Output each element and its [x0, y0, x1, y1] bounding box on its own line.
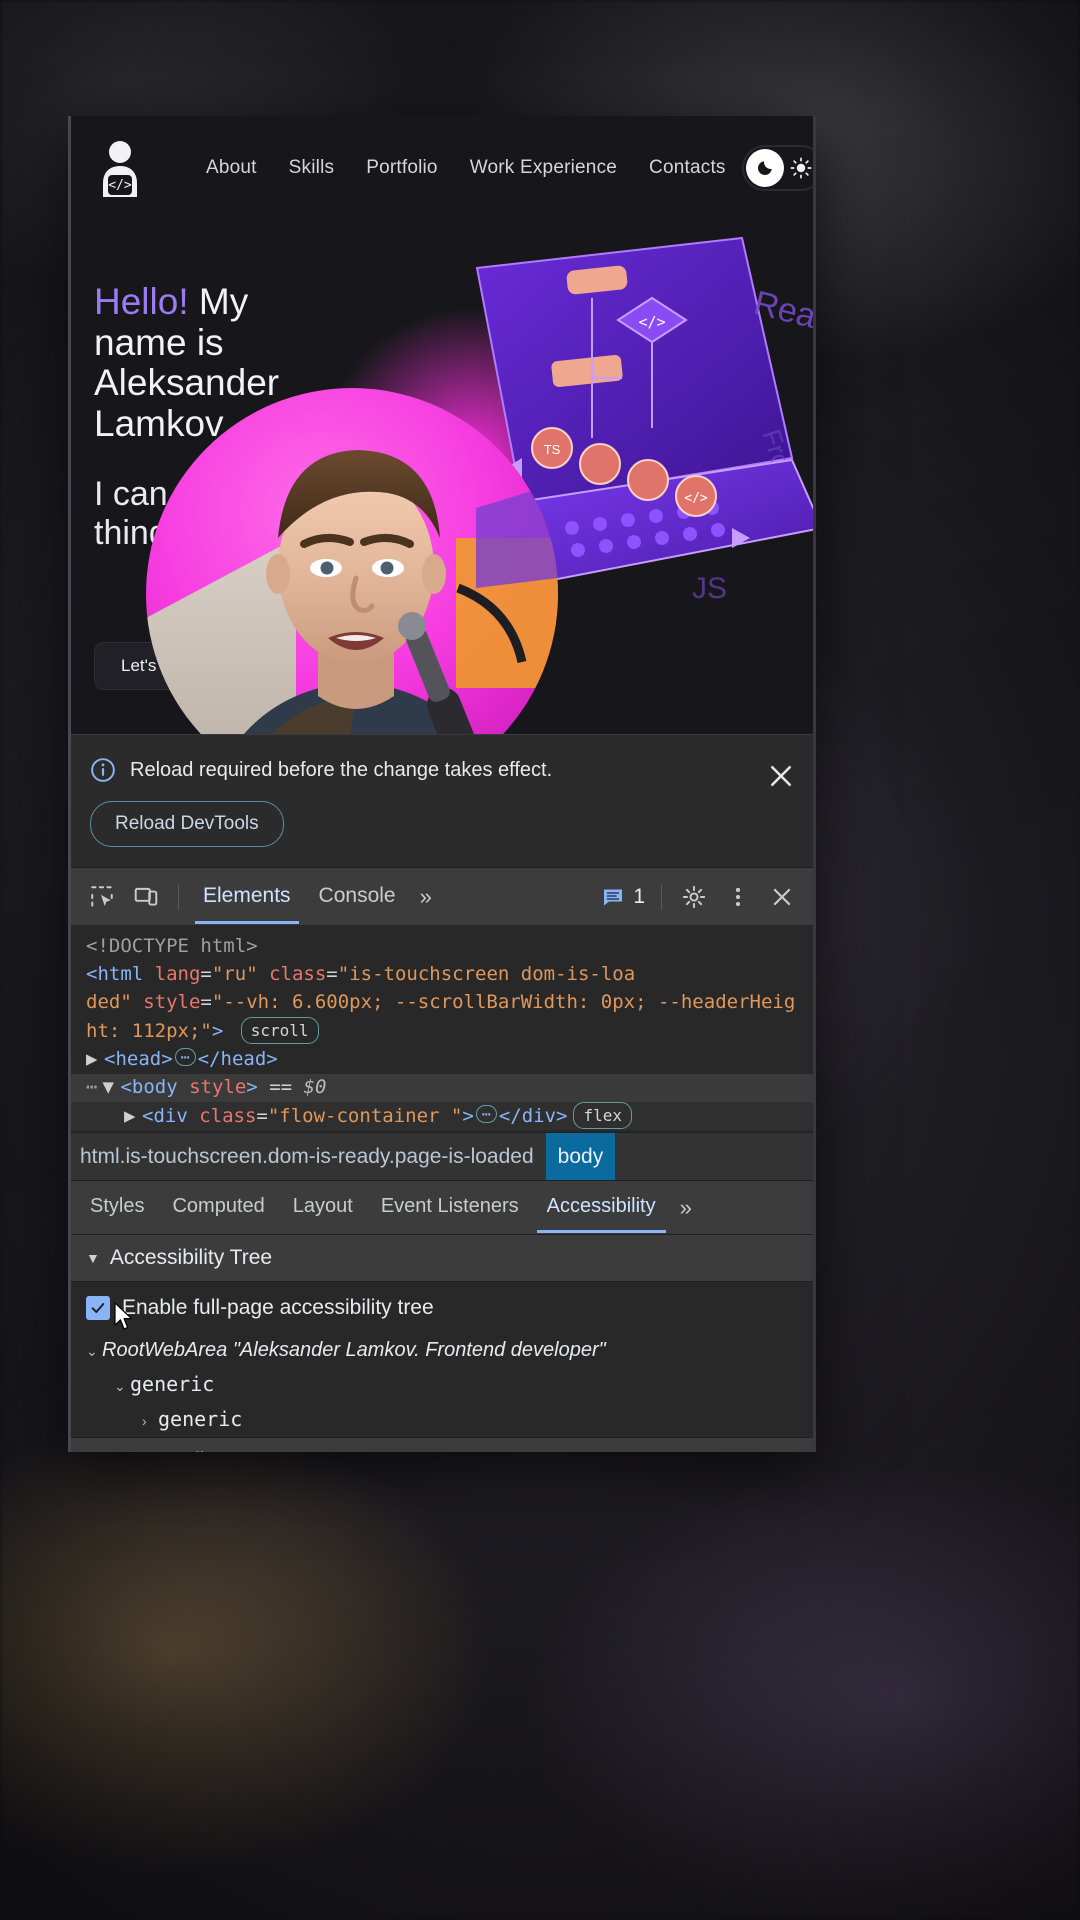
devtools-infobar: Reload required before the change takes …: [68, 734, 816, 867]
expand-arrow-generic-1[interactable]: ⌄: [114, 1378, 130, 1395]
elements-tree-panel[interactable]: <!DOCTYPE html> <html lang="ru" class="i…: [68, 925, 816, 1133]
sun-icon: [790, 157, 812, 179]
tab-computed[interactable]: Computed: [158, 1182, 278, 1233]
device-toolbar-icon[interactable]: [124, 875, 168, 919]
enable-full-page-tree-checkbox[interactable]: [86, 1296, 110, 1321]
breadcrumb-item-body[interactable]: body: [545, 1133, 616, 1181]
infobar-message: Reload required before the change takes …: [130, 758, 553, 781]
breadcrumb-item-html[interactable]: html.is-touchscreen.dom-is-ready.page-is…: [68, 1133, 546, 1180]
chevron-double-right-icon-2[interactable]: »: [670, 1195, 702, 1221]
moon-icon: [757, 161, 772, 176]
svg-text:</>: </>: [108, 178, 132, 193]
code-line-html-open-2[interactable]: ded" style="--vh: 6.600px; --scrollBarWi…: [68, 989, 816, 1017]
issues-icon: [604, 889, 623, 905]
a11y-node-role-generic-2: generic: [158, 1407, 243, 1432]
chevron-double-right-icon[interactable]: »: [410, 884, 442, 910]
expand-arrow-root[interactable]: ⌄: [86, 1343, 102, 1360]
toolbar-divider-2: [661, 883, 662, 910]
info-icon: [91, 758, 115, 782]
checkmark-icon: [91, 1303, 105, 1314]
expand-arrow-body[interactable]: ▼: [102, 1074, 120, 1102]
flex-badge[interactable]: flex: [573, 1101, 632, 1130]
nav-link-about[interactable]: About: [190, 151, 273, 185]
code-line-body[interactable]: ⋯ ▼ <body style> == $0: [68, 1073, 816, 1102]
svg-text:</>: </>: [638, 313, 665, 331]
expand-arrow-generic-2[interactable]: ›: [142, 1413, 158, 1429]
developer-avatar-code-logo-icon[interactable]: </>: [94, 139, 146, 197]
code-line-head[interactable]: ▶ <head> ⋯ </head>: [68, 1046, 816, 1074]
svg-text:</>: </>: [684, 491, 708, 506]
hero-greeting: Hello!: [94, 281, 189, 322]
accessibility-tree-title: Accessibility Tree: [109, 1246, 273, 1270]
aria-attributes-title: ARIA Attributes: [110, 1449, 251, 1452]
sidebar-tabbar: Styles Computed Layout Event Listeners A…: [68, 1180, 816, 1235]
nav-link-portfolio[interactable]: Portfolio: [350, 151, 454, 185]
tab-event-listeners[interactable]: Event Listeners: [367, 1182, 533, 1233]
collapsed-children-icon-2[interactable]: ⋯: [475, 1104, 497, 1123]
reload-devtools-button[interactable]: Reload DevTools: [90, 801, 284, 847]
code-line-flow-container[interactable]: ▶ <div class="flow-container "> ⋯ </div> fle…: [68, 1101, 816, 1131]
inspect-element-icon[interactable]: [80, 875, 124, 919]
tab-console[interactable]: Console: [305, 870, 410, 924]
code-line-doctype[interactable]: <!DOCTYPE html>: [68, 933, 816, 961]
browser-window: </> About Skills Portfolio Work Experien…: [68, 116, 816, 1452]
toolbar-divider: [178, 883, 179, 910]
site-header: </> About Skills Portfolio Work Experien…: [68, 116, 816, 220]
nav-link-skills[interactable]: Skills: [273, 151, 351, 185]
website-viewport: </> About Skills Portfolio Work Experien…: [68, 116, 816, 734]
aria-attributes-section-header[interactable]: ▼ ARIA Attributes: [68, 1437, 816, 1452]
issues-badge[interactable]: 1: [595, 885, 651, 909]
dom-breadcrumb: html.is-touchscreen.dom-is-ready.page-is…: [68, 1132, 816, 1181]
a11y-node-role-generic-1: generic: [130, 1372, 215, 1397]
a11y-node-rootwebarea[interactable]: ⌄ RootWebArea "Aleksander Lamkov. Fronten…: [68, 1334, 816, 1367]
more-vertical-icon[interactable]: [716, 875, 760, 919]
code-line-html-open-3[interactable]: ht: 112px;"> scroll: [68, 1016, 816, 1046]
code-line-html-open[interactable]: <html lang="ru" class="is-touchscreen do…: [68, 961, 816, 989]
doctype-text: <!DOCTYPE html>: [86, 935, 258, 957]
scroll-badge[interactable]: scroll: [240, 1016, 319, 1045]
close-devtools-icon[interactable]: [760, 875, 804, 919]
site-nav: About Skills Portfolio Work Experience C…: [190, 151, 742, 185]
infobar-message-row: Reload required before the change takes …: [90, 757, 794, 783]
enable-full-page-tree-label: Enable full-page accessibility tree: [122, 1296, 434, 1320]
a11y-node-generic-1[interactable]: ⌄ generic: [68, 1367, 816, 1402]
collapsed-children-icon[interactable]: ⋯: [174, 1047, 196, 1066]
tab-styles[interactable]: Styles: [76, 1182, 158, 1233]
nav-link-work-experience[interactable]: Work Experience: [454, 151, 633, 185]
tab-layout[interactable]: Layout: [279, 1182, 367, 1233]
devtools-toolbar: Elements Console » 1: [68, 867, 816, 925]
expand-arrow-div[interactable]: ▶: [124, 1103, 142, 1131]
full-page-tree-row[interactable]: Enable full-page accessibility tree: [68, 1282, 816, 1334]
theme-toggle-knob: [745, 149, 784, 187]
webcam-video-frame: [146, 388, 558, 734]
tab-accessibility[interactable]: Accessibility: [533, 1182, 670, 1234]
webcam-overlay: [146, 388, 558, 734]
node-menu-icon[interactable]: ⋯: [86, 1076, 98, 1098]
a11y-node-name-root: "Aleksander Lamkov. Frontend developer": [232, 1339, 606, 1362]
svg-text:JS: JS: [692, 572, 727, 605]
accessibility-tree-section-header[interactable]: ▼ Accessibility Tree: [68, 1234, 816, 1283]
tab-elements[interactable]: Elements: [189, 870, 305, 924]
accessibility-panel: ▼ Accessibility Tree Enable full-page ac…: [68, 1234, 816, 1452]
theme-toggle-switch[interactable]: [741, 145, 816, 191]
window-left-edge: [68, 116, 71, 1452]
issues-count: 1: [633, 884, 645, 908]
triangle-down-icon: ▼: [86, 1250, 100, 1267]
nav-link-contacts[interactable]: Contacts: [633, 151, 742, 185]
expand-arrow-head[interactable]: ▶: [86, 1046, 104, 1074]
a11y-node-role-root: RootWebArea: [102, 1339, 228, 1362]
window-right-edge: [813, 116, 816, 1452]
close-icon[interactable]: [766, 761, 796, 791]
hero-section: </> React Front TS: [68, 220, 816, 734]
gear-icon[interactable]: [672, 875, 716, 919]
a11y-node-generic-2[interactable]: › generic: [68, 1402, 816, 1437]
